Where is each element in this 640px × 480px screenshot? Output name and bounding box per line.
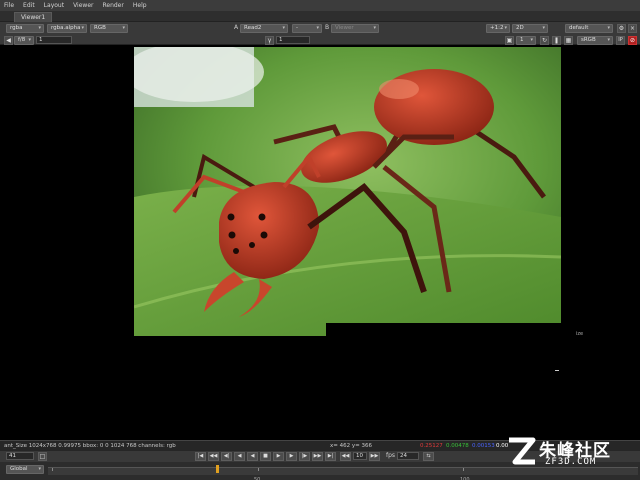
close-icon[interactable]: × — [628, 23, 637, 33]
tab-viewer1[interactable]: Viewer1 — [14, 12, 53, 22]
ant-image — [134, 47, 561, 336]
menu-viewer[interactable]: Viewer — [73, 2, 93, 9]
loop-mode-button[interactable]: ⇆ — [423, 452, 434, 461]
composite-dropdown[interactable]: - — [292, 23, 322, 33]
viewer-toolbar-bottom: ◀ f/8 1 γ 1 ▣ 1 ↻ ❚ ▦ sRGB IP ⊘ — [0, 34, 640, 74]
fps-field[interactable]: 24 — [397, 452, 419, 460]
watermark-url: ZF3D.COM — [545, 457, 597, 467]
playhead[interactable] — [216, 465, 219, 473]
format-corner-marker — [555, 370, 559, 371]
red-value: 0.25127 — [420, 443, 443, 449]
gamma-field[interactable]: 1 — [276, 35, 310, 44]
format-info: ant_Size 1024x768 0.99975 bbox: 0 0 1024… — [4, 443, 176, 449]
prev-frame-button[interactable]: ◀| — [221, 452, 232, 461]
play-backward-button[interactable]: ◀ — [247, 452, 258, 461]
next-keyframe-button[interactable]: ▶▶ — [312, 452, 323, 461]
skip-forward-button[interactable]: ▶▶ — [369, 452, 380, 461]
layer-dropdown[interactable]: rgba — [6, 23, 44, 33]
settings-icon[interactable]: ⚙ — [617, 23, 626, 33]
fps-label: fps — [386, 452, 396, 459]
tick-start — [52, 468, 53, 471]
proxy-icon[interactable]: ▣ — [505, 35, 514, 45]
blue-value: 0.00153 — [472, 443, 495, 449]
gain-icon[interactable]: ◀ — [4, 35, 13, 45]
pause-icon[interactable]: ❚ — [552, 35, 561, 45]
last-frame-button[interactable]: ▶| — [325, 452, 336, 461]
menu-edit[interactable]: Edit — [23, 2, 35, 9]
frame-mode-dropdown[interactable]: f/8 — [14, 35, 34, 45]
viewer-toolbar-top: rgba rgba.alpha RGB A Read2 - B Viewer +… — [0, 22, 640, 34]
format-label: ize — [576, 331, 584, 337]
mask-icon[interactable]: ▦ — [564, 35, 573, 45]
frame-field[interactable]: 1 — [36, 35, 72, 44]
tab-bar: Viewer1 — [0, 11, 640, 22]
display-channels-dropdown[interactable]: RGB — [90, 23, 128, 33]
watermark: 朱峰社区 ZF3D.COM — [505, 434, 635, 474]
menu-layout[interactable]: Layout — [44, 2, 64, 9]
image-uncovered-region — [326, 323, 562, 337]
menu-help[interactable]: Help — [133, 2, 147, 9]
menu-render[interactable]: Render — [102, 2, 123, 9]
lut-dropdown[interactable]: default — [565, 23, 613, 33]
lock-icon[interactable]: □ — [38, 452, 47, 461]
menu-bar: File Edit Layout Viewer Render Help — [0, 0, 640, 11]
ant-photo-svg — [134, 47, 561, 336]
zf3d-logo-icon — [509, 437, 536, 465]
alpha-dropdown[interactable]: rgba.alpha — [47, 23, 87, 33]
skip-frames-field[interactable]: 10 — [353, 452, 367, 460]
prev-keyframe-button[interactable]: ◀◀ — [208, 452, 219, 461]
colorspace-dropdown[interactable]: sRGB — [577, 35, 613, 45]
view-mode-dropdown[interactable]: 2D — [512, 23, 548, 33]
gamma-icon[interactable]: γ — [265, 35, 274, 45]
step-back-button[interactable]: ◀ — [234, 452, 245, 461]
disable-icon[interactable]: ⊘ — [628, 35, 637, 45]
timeline-scope-dropdown[interactable]: Global — [6, 465, 44, 474]
menu-file[interactable]: File — [4, 2, 14, 9]
first-frame-button[interactable]: |◀ — [195, 452, 206, 461]
viewer-canvas[interactable]: ize — [0, 45, 640, 440]
tick-mid — [258, 468, 259, 471]
stop-button[interactable]: ■ — [260, 452, 271, 461]
input-b-label: B — [325, 24, 330, 31]
next-frame-button[interactable]: |▶ — [299, 452, 310, 461]
play-forward-button[interactable]: ▶ — [273, 452, 284, 461]
refresh-icon[interactable]: ↻ — [540, 35, 549, 45]
tick-end — [463, 468, 464, 471]
input-a-label: A — [234, 24, 239, 31]
green-value: 0.00478 — [446, 443, 469, 449]
input-a-dropdown[interactable]: Read2 — [240, 23, 288, 33]
proxy-dropdown[interactable]: 1 — [516, 35, 536, 45]
input-b-dropdown[interactable]: Viewer — [331, 23, 379, 33]
step-forward-button[interactable]: ▶ — [286, 452, 297, 461]
ip-button[interactable]: IP — [616, 35, 625, 45]
zoom-dropdown[interactable]: +1:2 — [486, 23, 510, 33]
current-frame-field[interactable]: 41 — [6, 452, 34, 460]
cursor-coords: x= 462 y= 366 — [330, 443, 372, 449]
skip-back-button[interactable]: ◀◀ — [340, 452, 351, 461]
